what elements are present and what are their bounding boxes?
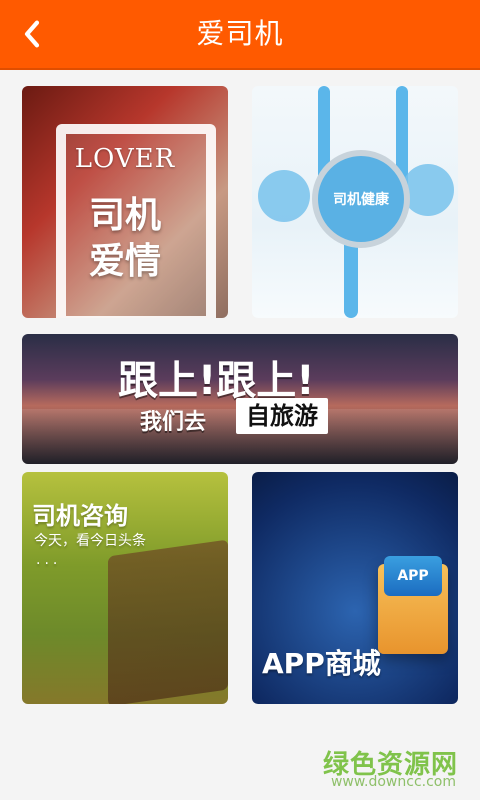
app-store-label: APP商城: [262, 647, 381, 680]
heart-icon: [402, 164, 454, 216]
chair-illustration: [108, 539, 228, 704]
health-badge: 司机健康: [312, 150, 410, 248]
driver-love-tile[interactable]: LOVER 司机 爱情: [22, 86, 228, 318]
app-box-icon: APP: [384, 556, 442, 596]
self-drive-trip-banner[interactable]: 跟上!跟上! 我们去 自旅游: [22, 334, 458, 464]
lover-english-label: LOVER: [74, 144, 176, 174]
trip-subheadline-box: 自旅游: [236, 398, 328, 434]
page-title: 爱司机: [196, 17, 284, 50]
health-label: 司机健康: [333, 192, 389, 208]
consult-subtitle: 今天，看今日头条: [34, 533, 146, 549]
trip-subheadline-prefix: 我们去: [140, 410, 207, 435]
watermark-url: www.downcc.com: [330, 774, 456, 790]
consult-dots: ...: [36, 552, 62, 568]
driver-health-tile[interactable]: 司机健康: [252, 86, 458, 318]
app-header: 爱司机: [0, 0, 480, 70]
lover-cn-line2: 爱情: [88, 241, 161, 282]
driver-consult-tile[interactable]: 司机咨询 今天，看今日头条 ...: [22, 472, 228, 704]
consult-title: 司机咨询: [32, 502, 128, 530]
stethoscope-tube-lower: [344, 236, 358, 318]
app-box-label: APP: [397, 568, 429, 584]
app-store-tile[interactable]: APP APP商城: [252, 472, 458, 704]
pill-icon: [258, 170, 310, 222]
lover-cn-line1: 司机: [88, 195, 161, 236]
